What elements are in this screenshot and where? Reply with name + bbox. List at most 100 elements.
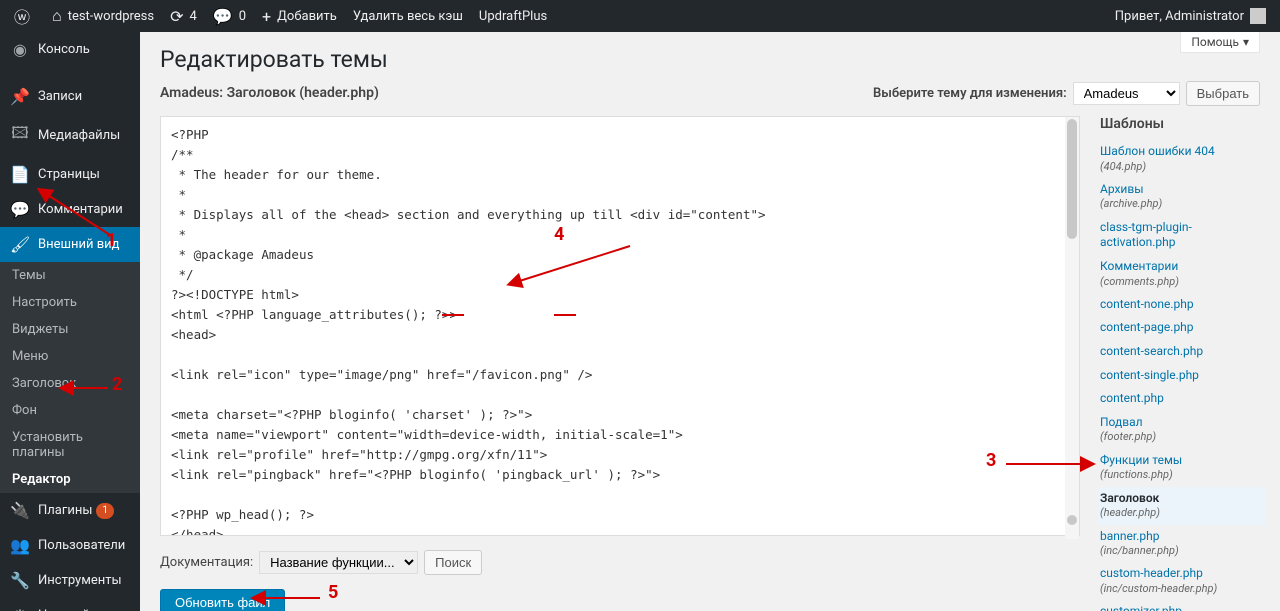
template-link[interactable]: content-none.php	[1100, 297, 1194, 311]
sidebar-item-plugins[interactable]: 🔌Плагины1	[0, 493, 140, 528]
template-item[interactable]: Комментарии (comments.php)	[1100, 255, 1260, 293]
template-link[interactable]: Комментарии	[1100, 259, 1178, 273]
sidebar-item-users[interactable]: 👥Пользователи	[0, 528, 140, 563]
sidebar-item-settings[interactable]: ⚙Настройки	[0, 598, 140, 611]
add-new[interactable]: +Добавить	[254, 0, 345, 32]
tools-icon: 🔧	[10, 571, 30, 590]
template-filename: (footer.php)	[1100, 430, 1260, 444]
template-link[interactable]: Подвал	[1100, 415, 1143, 429]
sub-editor[interactable]: Редактор	[0, 466, 140, 493]
template-filename: (inc/banner.php)	[1100, 544, 1260, 558]
sidebar-item-appearance[interactable]: 🖌Внешний вид	[0, 227, 140, 262]
template-item[interactable]: content.php	[1100, 387, 1260, 411]
sub-menus[interactable]: Меню	[0, 343, 140, 370]
templates-column: Шаблоны Шаблон ошибки 404 (404.php) Архивы…	[1100, 116, 1260, 611]
help-tab[interactable]: Помощь▾	[1180, 32, 1260, 53]
template-item[interactable]: Подвал(footer.php)	[1100, 411, 1260, 449]
template-link[interactable]: Заголовок	[1100, 491, 1159, 505]
template-item[interactable]: content-search.php	[1100, 340, 1260, 364]
template-link[interactable]: custom-header.php	[1100, 566, 1203, 580]
scrollbar-thumb[interactable]	[1067, 119, 1077, 239]
template-link[interactable]: Функции темы	[1100, 453, 1182, 467]
comment-icon: 💬	[10, 200, 30, 219]
theme-select-label: Выберите тему для изменения:	[873, 86, 1067, 101]
main-content: Помощь▾ Редактировать темы Выберите тему…	[140, 32, 1280, 611]
admin-bar: ⓦ ⌂test-wordpress ⟳4 💬0 +Добавить Удалит…	[0, 0, 1280, 32]
template-item[interactable]: custom-header.php(inc/custom-header.php)	[1100, 562, 1260, 600]
update-icon: ⟳	[170, 7, 183, 26]
my-account[interactable]: Привет, Administrator	[1107, 0, 1274, 32]
select-button[interactable]: Выбрать	[1186, 81, 1260, 106]
sub-install-plugins[interactable]: Установить плагины	[0, 424, 140, 466]
admin-sidebar: ◉Консоль 📌Записи 🖾Медиафайлы 📄Страницы 💬…	[0, 32, 140, 611]
updraft-plus[interactable]: UpdraftPlus	[471, 0, 555, 32]
template-filename: (comments.php)	[1100, 275, 1260, 289]
sub-themes[interactable]: Темы	[0, 262, 140, 289]
template-link[interactable]: content-page.php	[1100, 320, 1194, 334]
sidebar-item-comments[interactable]: 💬Комментарии	[0, 192, 140, 227]
sidebar-item-media[interactable]: 🖾Медиафайлы	[0, 114, 140, 157]
brush-icon: 🖌	[10, 235, 30, 254]
docs-search-button[interactable]: Поиск	[424, 550, 482, 575]
template-link[interactable]: Архивы	[1100, 182, 1144, 196]
template-link[interactable]: content-search.php	[1100, 344, 1203, 358]
template-item[interactable]: Шаблон ошибки 404 (404.php)	[1100, 140, 1260, 178]
chevron-down-icon: ▾	[1243, 35, 1249, 49]
annotation-underline	[442, 314, 464, 316]
dashboard-icon: ◉	[10, 40, 30, 59]
comments[interactable]: 💬0	[205, 0, 254, 32]
template-item[interactable]: content-single.php	[1100, 364, 1260, 388]
template-link[interactable]: content-single.php	[1100, 368, 1199, 382]
templates-heading: Шаблоны	[1100, 116, 1260, 132]
plus-icon: +	[262, 7, 271, 26]
template-item[interactable]: Функции темы(functions.php)	[1100, 449, 1260, 487]
wordpress-icon: ⓦ	[14, 4, 30, 28]
scrollbar-track[interactable]	[1065, 117, 1079, 539]
template-link[interactable]: Шаблон ошибки 404	[1100, 144, 1215, 158]
updates[interactable]: ⟳4	[162, 0, 205, 32]
template-item[interactable]: customizer.php(inc/customizer.php)	[1100, 600, 1260, 611]
settings-icon: ⚙	[10, 606, 30, 611]
code-editor[interactable]: <?PHP /** * The header for our theme. * …	[160, 116, 1080, 536]
annotation-number-2: 2	[112, 374, 122, 395]
home-icon: ⌂	[52, 6, 62, 26]
site-name[interactable]: ⌂test-wordpress	[44, 0, 162, 32]
template-item[interactable]: banner.php(inc/banner.php)	[1100, 525, 1260, 563]
purge-cache[interactable]: Удалить весь кэш	[345, 0, 471, 32]
chevron-right-icon	[132, 237, 140, 253]
template-item[interactable]: Архивы(archive.php)	[1100, 178, 1260, 216]
template-item[interactable]: class-tgm-plugin-activation.php	[1100, 216, 1260, 255]
sidebar-item-tools[interactable]: 🔧Инструменты	[0, 563, 140, 598]
update-file-button[interactable]: Обновить файл	[160, 589, 285, 611]
users-icon: 👥	[10, 536, 30, 555]
avatar	[1250, 8, 1266, 24]
sub-customize[interactable]: Настроить	[0, 289, 140, 316]
template-link[interactable]: class-tgm-plugin-activation.php	[1100, 220, 1192, 250]
template-item[interactable]: content-page.php	[1100, 316, 1260, 340]
sidebar-item-console[interactable]: ◉Консоль	[0, 32, 140, 67]
template-link[interactable]: content.php	[1100, 391, 1164, 405]
template-link[interactable]: customizer.php	[1100, 604, 1182, 611]
annotation-underline	[554, 314, 576, 316]
template-filename: (header.php)	[1100, 506, 1260, 520]
page-icon: 📄	[10, 165, 30, 184]
template-item[interactable]: content-none.php	[1100, 293, 1260, 317]
pin-icon: 📌	[10, 87, 30, 106]
template-link[interactable]: banner.php	[1100, 529, 1159, 543]
scrollbar-down[interactable]	[1067, 515, 1077, 525]
template-filename: (functions.php)	[1100, 468, 1260, 482]
docs-select[interactable]: Название функции...	[259, 551, 418, 574]
sidebar-item-posts[interactable]: 📌Записи	[0, 79, 140, 114]
template-item[interactable]: Заголовок(header.php)	[1098, 487, 1266, 525]
template-filename: (404.php)	[1100, 160, 1260, 174]
docs-label: Документация:	[160, 555, 253, 570]
plugin-icon: 🔌	[10, 501, 30, 520]
wp-logo[interactable]: ⓦ	[6, 0, 44, 32]
annotation-number-4: 4	[554, 224, 564, 245]
page-title: Редактировать темы	[160, 46, 1260, 73]
template-filename: (archive.php)	[1100, 197, 1260, 211]
theme-select[interactable]: Amadeus	[1073, 82, 1180, 105]
sub-widgets[interactable]: Виджеты	[0, 316, 140, 343]
sub-background[interactable]: Фон	[0, 397, 140, 424]
sidebar-item-pages[interactable]: 📄Страницы	[0, 157, 140, 192]
